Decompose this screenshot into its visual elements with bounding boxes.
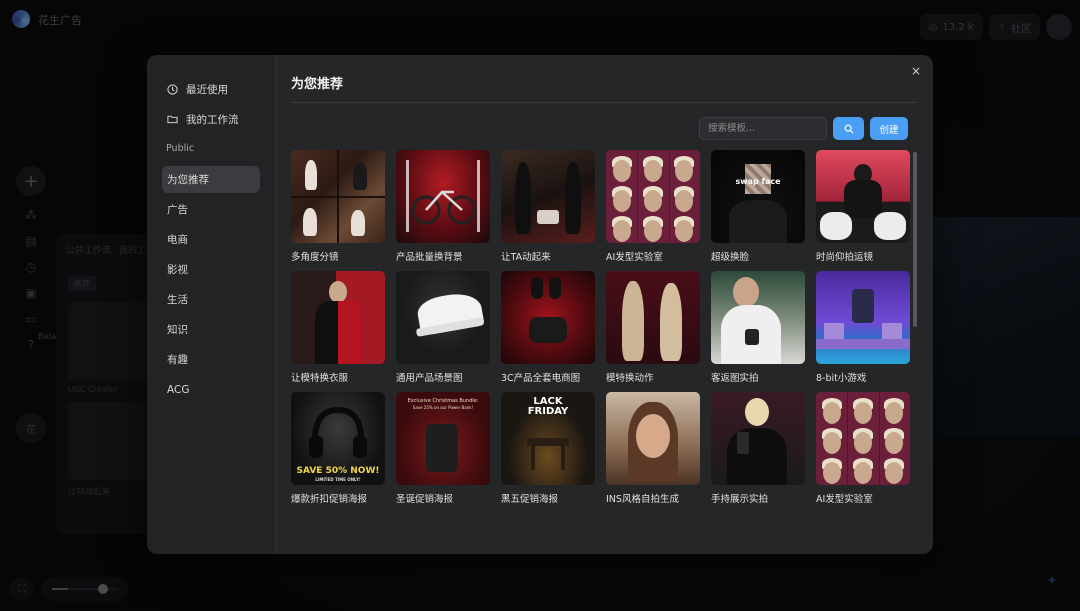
template-thumbnail bbox=[396, 150, 490, 243]
template-overlay-subtext: LIMITED TIME ONLY! bbox=[315, 477, 361, 482]
template-label: 模特换动作 bbox=[606, 373, 654, 384]
category-item[interactable]: 广告 bbox=[162, 196, 260, 223]
template-label: 手持展示实拍 bbox=[711, 494, 769, 505]
template-label: 爆款折扣促销海报 bbox=[291, 494, 368, 505]
template-thumbnail bbox=[816, 150, 910, 243]
modal-sidebar: 最近使用 我的工作流 Public 为您推荐 广告 电商 影视 生活 知识 有趣… bbox=[147, 55, 276, 554]
search-input[interactable] bbox=[699, 117, 827, 140]
template-thumbnail bbox=[711, 392, 805, 485]
template-thumbnail bbox=[606, 271, 700, 364]
template-label: INS风格自拍生成 bbox=[606, 494, 679, 505]
sidebar-item-recent[interactable]: 最近使用 bbox=[162, 75, 260, 103]
template-thumbnail: swap face bbox=[711, 150, 805, 243]
template-modal: 最近使用 我的工作流 Public 为您推荐 广告 电商 影视 生活 知识 有趣… bbox=[147, 55, 933, 554]
category-item[interactable]: 为您推荐 bbox=[162, 166, 260, 193]
search-button[interactable] bbox=[833, 117, 864, 140]
category-item[interactable]: 生活 bbox=[162, 286, 260, 313]
template-overlay-text: Exclusive Christmas Bundle: bbox=[407, 398, 479, 404]
category-item[interactable]: 影视 bbox=[162, 256, 260, 283]
template-card[interactable]: 手持展示实拍 bbox=[711, 392, 805, 505]
template-thumbnail bbox=[816, 392, 910, 485]
search-row: 创建 bbox=[291, 117, 908, 140]
template-thumbnail bbox=[501, 271, 595, 364]
template-card[interactable]: INS风格自拍生成 bbox=[606, 392, 700, 505]
template-grid: 多角度分镜 产品批量换背景 让TA动起来 AI发型实验室 swap face 超… bbox=[291, 150, 917, 505]
modal-main: 为您推荐 × 创建 多角度分 bbox=[276, 55, 933, 554]
template-card[interactable]: 客返图实拍 bbox=[711, 271, 805, 384]
template-card[interactable]: 让TA动起来 bbox=[501, 150, 595, 263]
template-card[interactable]: 产品批量换背景 bbox=[396, 150, 490, 263]
template-thumbnail bbox=[501, 150, 595, 243]
template-thumbnail bbox=[291, 271, 385, 364]
category-list: 为您推荐 广告 电商 影视 生活 知识 有趣 ACG bbox=[162, 166, 260, 403]
template-card[interactable]: 多角度分镜 bbox=[291, 150, 385, 263]
template-card[interactable]: AI发型实验室 bbox=[816, 392, 910, 505]
template-card[interactable]: LACK FRIDAY 黑五促销海报 bbox=[501, 392, 595, 505]
template-thumbnail: Exclusive Christmas Bundle: Save 25% on … bbox=[396, 392, 490, 485]
template-card[interactable]: AI发型实验室 bbox=[606, 150, 700, 263]
create-button[interactable]: 创建 bbox=[870, 117, 908, 140]
folder-icon bbox=[166, 113, 178, 125]
template-card[interactable]: Exclusive Christmas Bundle: Save 25% on … bbox=[396, 392, 490, 505]
template-label: AI发型实验室 bbox=[816, 494, 873, 505]
template-overlay-text: SAVE 50% NOW! bbox=[296, 466, 380, 476]
template-card[interactable]: 通用产品场景图 bbox=[396, 271, 490, 384]
template-thumbnail bbox=[291, 150, 385, 243]
template-card[interactable]: 让模特换衣服 bbox=[291, 271, 385, 384]
clock-icon bbox=[166, 83, 178, 95]
template-label: 3C产品全套电商图 bbox=[501, 373, 581, 384]
template-label: 让TA动起来 bbox=[501, 252, 551, 263]
template-overlay-subtext: FRIDAY bbox=[527, 406, 569, 417]
template-overlay-subtext: Save 25% on our Power Bank! bbox=[412, 405, 474, 410]
template-label: 让模特换衣服 bbox=[291, 373, 349, 384]
category-item[interactable]: ACG bbox=[162, 376, 260, 403]
category-item[interactable]: 知识 bbox=[162, 316, 260, 343]
template-label: 圣诞促销海报 bbox=[396, 494, 454, 505]
template-card[interactable]: SAVE 50% NOW! LIMITED TIME ONLY! 爆款折扣促销海… bbox=[291, 392, 385, 505]
template-card[interactable]: 3C产品全套电商图 bbox=[501, 271, 595, 384]
template-label: 多角度分镜 bbox=[291, 252, 339, 263]
sidebar-item-label: 最近使用 bbox=[186, 83, 228, 96]
template-label: 8-bit小游戏 bbox=[816, 373, 867, 384]
template-thumbnail bbox=[396, 271, 490, 364]
template-label: 通用产品场景图 bbox=[396, 373, 463, 384]
category-item[interactable]: 有趣 bbox=[162, 346, 260, 373]
template-thumbnail bbox=[606, 392, 700, 485]
template-grid-scrollbar[interactable] bbox=[913, 152, 917, 327]
template-thumbnail bbox=[711, 271, 805, 364]
template-grid-viewport: 多角度分镜 产品批量换背景 让TA动起来 AI发型实验室 swap face 超… bbox=[291, 150, 917, 540]
sidebar-item-label: 我的工作流 bbox=[186, 113, 239, 126]
template-overlay-text: swap face bbox=[735, 177, 781, 186]
template-label: 产品批量换背景 bbox=[396, 252, 463, 263]
template-card[interactable]: swap face 超级换脸 bbox=[711, 150, 805, 263]
close-icon[interactable]: × bbox=[909, 64, 923, 78]
template-thumbnail: SAVE 50% NOW! LIMITED TIME ONLY! bbox=[291, 392, 385, 485]
template-label: 超级换脸 bbox=[711, 252, 750, 263]
template-card[interactable]: 8-bit小游戏 bbox=[816, 271, 910, 384]
template-label: 黑五促销海报 bbox=[501, 494, 559, 505]
template-label: 时尚仰拍运镜 bbox=[816, 252, 874, 263]
template-card[interactable]: 时尚仰拍运镜 bbox=[816, 150, 910, 263]
search-icon bbox=[844, 119, 854, 138]
category-item[interactable]: 电商 bbox=[162, 226, 260, 253]
template-thumbnail bbox=[816, 271, 910, 364]
page-title: 为您推荐 bbox=[291, 73, 917, 103]
template-card[interactable]: 模特换动作 bbox=[606, 271, 700, 384]
template-thumbnail bbox=[606, 150, 700, 243]
template-label: 客返图实拍 bbox=[711, 373, 759, 384]
sidebar-item-my-workflows[interactable]: 我的工作流 bbox=[162, 105, 260, 133]
template-thumbnail: LACK FRIDAY bbox=[501, 392, 595, 485]
template-label: AI发型实验室 bbox=[606, 252, 663, 263]
sidebar-section-public: Public bbox=[166, 143, 195, 154]
